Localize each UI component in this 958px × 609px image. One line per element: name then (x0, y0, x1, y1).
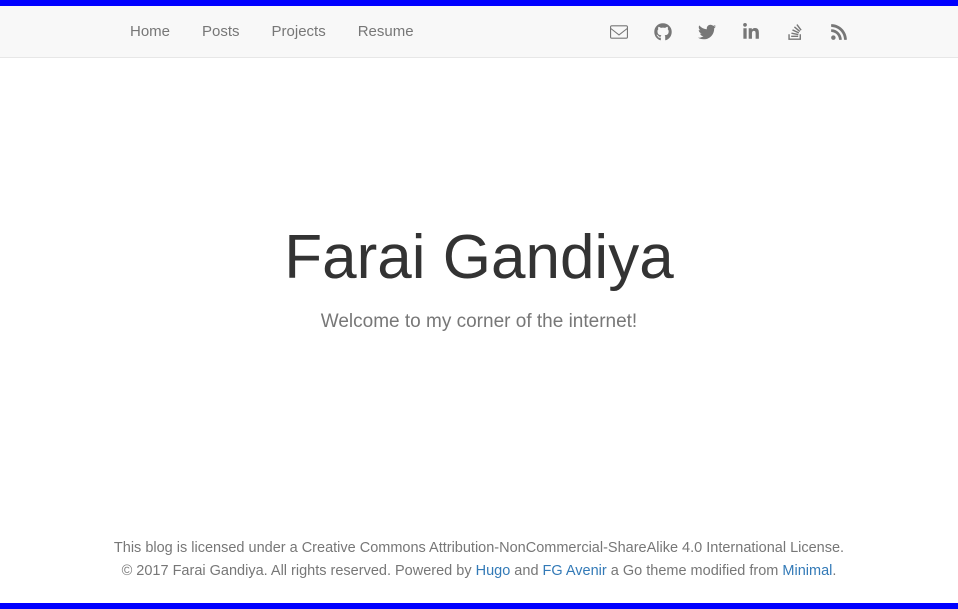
footer-text: a Go theme modified from (607, 563, 783, 579)
link-hugo[interactable]: Hugo (476, 563, 511, 579)
nav-left: Home Posts Projects Resume (130, 23, 414, 40)
nav-right (610, 23, 848, 41)
twitter-icon[interactable] (698, 23, 716, 41)
footer-copyright: © 2017 Farai Gandiya. All rights reserve… (40, 560, 918, 583)
page-subtitle: Welcome to my corner of the internet! (321, 311, 637, 333)
footer-text: and (510, 563, 542, 579)
stackoverflow-icon[interactable] (786, 23, 804, 41)
linkedin-icon[interactable] (742, 23, 760, 41)
nav-resume[interactable]: Resume (358, 23, 414, 40)
github-icon[interactable] (654, 23, 672, 41)
navbar: Home Posts Projects Resume (0, 6, 958, 58)
page-title: Farai Gandiya (284, 222, 673, 293)
link-fgavenir[interactable]: FG Avenir (543, 563, 607, 579)
footer-text: . (832, 563, 836, 579)
nav-projects[interactable]: Projects (272, 23, 326, 40)
footer-license: This blog is licensed under a Creative C… (40, 537, 918, 560)
link-minimal[interactable]: Minimal (782, 563, 832, 579)
rss-icon[interactable] (830, 23, 848, 41)
footer: This blog is licensed under a Creative C… (0, 537, 958, 603)
main-content: Farai Gandiya Welcome to my corner of th… (0, 58, 958, 537)
email-icon[interactable] (610, 23, 628, 41)
footer-text: © 2017 Farai Gandiya. All rights reserve… (122, 563, 476, 579)
nav-posts[interactable]: Posts (202, 23, 240, 40)
nav-home[interactable]: Home (130, 23, 170, 40)
